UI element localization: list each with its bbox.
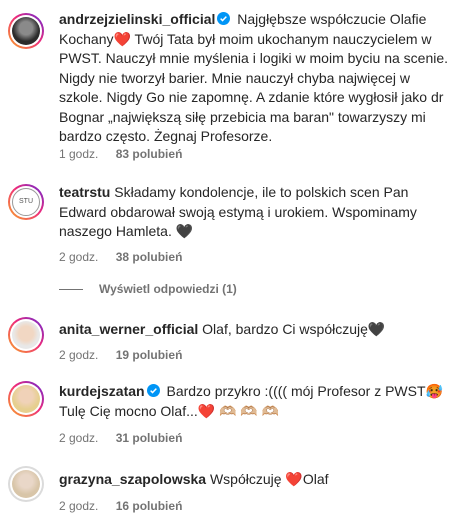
likes-count[interactable]: 83 polubień (116, 147, 183, 161)
comment-meta: 2 godz. 19 polubień (59, 348, 196, 362)
comment-text: teatrstu Składamy kondolencje, ile to po… (59, 184, 417, 239)
comment-text: andrzejzielinski_official Najgłębsze wsp… (59, 11, 449, 144)
username[interactable]: anita_werner_official (59, 321, 198, 337)
avatar[interactable] (8, 13, 44, 49)
comment-text: grazyna_szapolowska Współczuję ❤️Olaf (59, 471, 329, 487)
comment-meta: 1 godz. 83 polubień (59, 147, 196, 161)
comment-text: kurdejszatan Bardzo przykro :(((( mój Pr… (59, 383, 443, 419)
comment-time: 2 godz. (59, 348, 99, 362)
comment-meta: 2 godz. 31 polubień (59, 431, 196, 445)
comment-time: 2 godz. (59, 499, 99, 513)
username[interactable]: grazyna_szapolowska (59, 471, 206, 487)
username[interactable]: kurdejszatan (59, 383, 145, 399)
comment-time: 2 godz. (59, 250, 99, 264)
likes-count[interactable]: 16 polubień (116, 499, 183, 513)
username[interactable]: andrzejzielinski_official (59, 11, 215, 27)
comment-meta: 2 godz. 38 polubień (59, 250, 196, 264)
comment-time: 1 godz. (59, 147, 99, 161)
likes-count[interactable]: 31 polubień (116, 431, 183, 445)
comment-meta: 2 godz. 16 polubień (59, 499, 196, 513)
comment-time: 2 godz. (59, 431, 99, 445)
divider (59, 289, 83, 291)
comment-text: anita_werner_official Olaf, bardzo Ci ws… (59, 321, 386, 337)
likes-count[interactable]: 19 polubień (116, 348, 183, 362)
avatar[interactable] (8, 381, 44, 417)
username[interactable]: teatrstu (59, 184, 110, 200)
avatar[interactable] (8, 317, 44, 353)
avatar[interactable] (8, 466, 44, 502)
likes-count[interactable]: 38 polubień (116, 250, 183, 264)
verified-badge-icon (217, 12, 231, 25)
avatar[interactable]: STU (8, 184, 44, 220)
verified-badge-icon (146, 384, 160, 397)
view-replies-button[interactable]: Wyświetl odpowiedzi (1) (59, 282, 237, 296)
